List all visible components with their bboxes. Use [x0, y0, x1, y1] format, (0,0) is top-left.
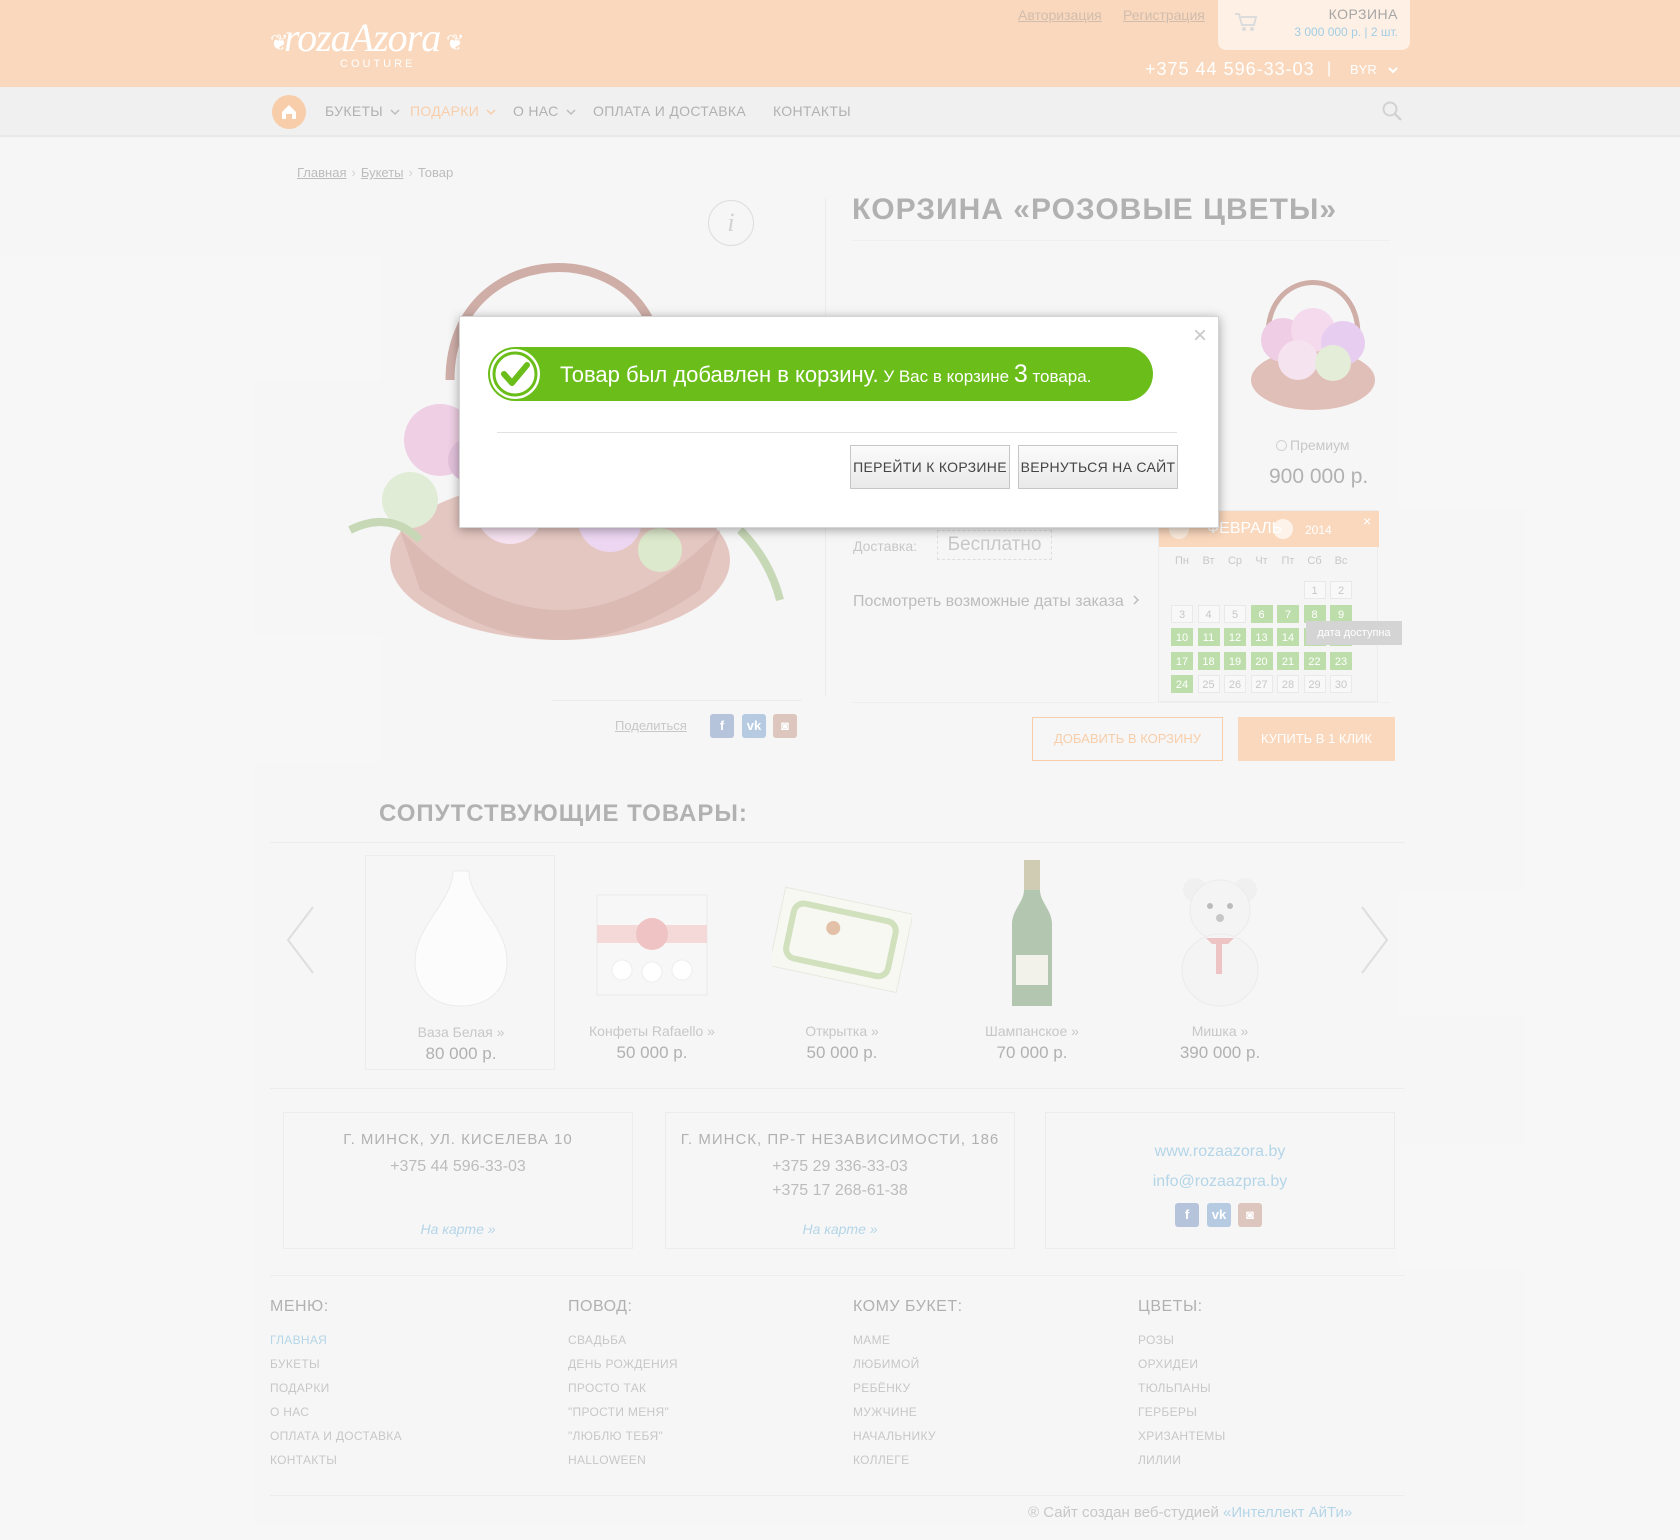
close-icon[interactable]: × — [1193, 322, 1207, 350]
success-text: Товар был добавлен в корзину. У Вас в ко… — [560, 360, 1091, 389]
divider — [497, 432, 1177, 433]
back-to-site-button[interactable]: ВЕРНУТЬСЯ НА САЙТ — [1018, 445, 1178, 489]
page: ❦ rozaAzora ❦ COUTURE Авторизация Регист… — [0, 0, 1680, 1540]
cart-count: 3 — [1013, 360, 1028, 388]
success-post: товара. — [1027, 367, 1092, 386]
success-main: Товар был добавлен в корзину. — [560, 362, 879, 387]
check-icon — [490, 349, 540, 399]
added-to-cart-modal: × Товар был добавлен в корзину. У Вас в … — [459, 316, 1219, 528]
go-to-cart-button[interactable]: ПЕРЕЙТИ К КОРЗИНЕ — [850, 445, 1010, 489]
success-message: Товар был добавлен в корзину. У Вас в ко… — [488, 347, 1153, 401]
modal-overlay[interactable] — [0, 0, 1680, 1540]
success-pre: У Вас в корзине — [878, 367, 1014, 386]
